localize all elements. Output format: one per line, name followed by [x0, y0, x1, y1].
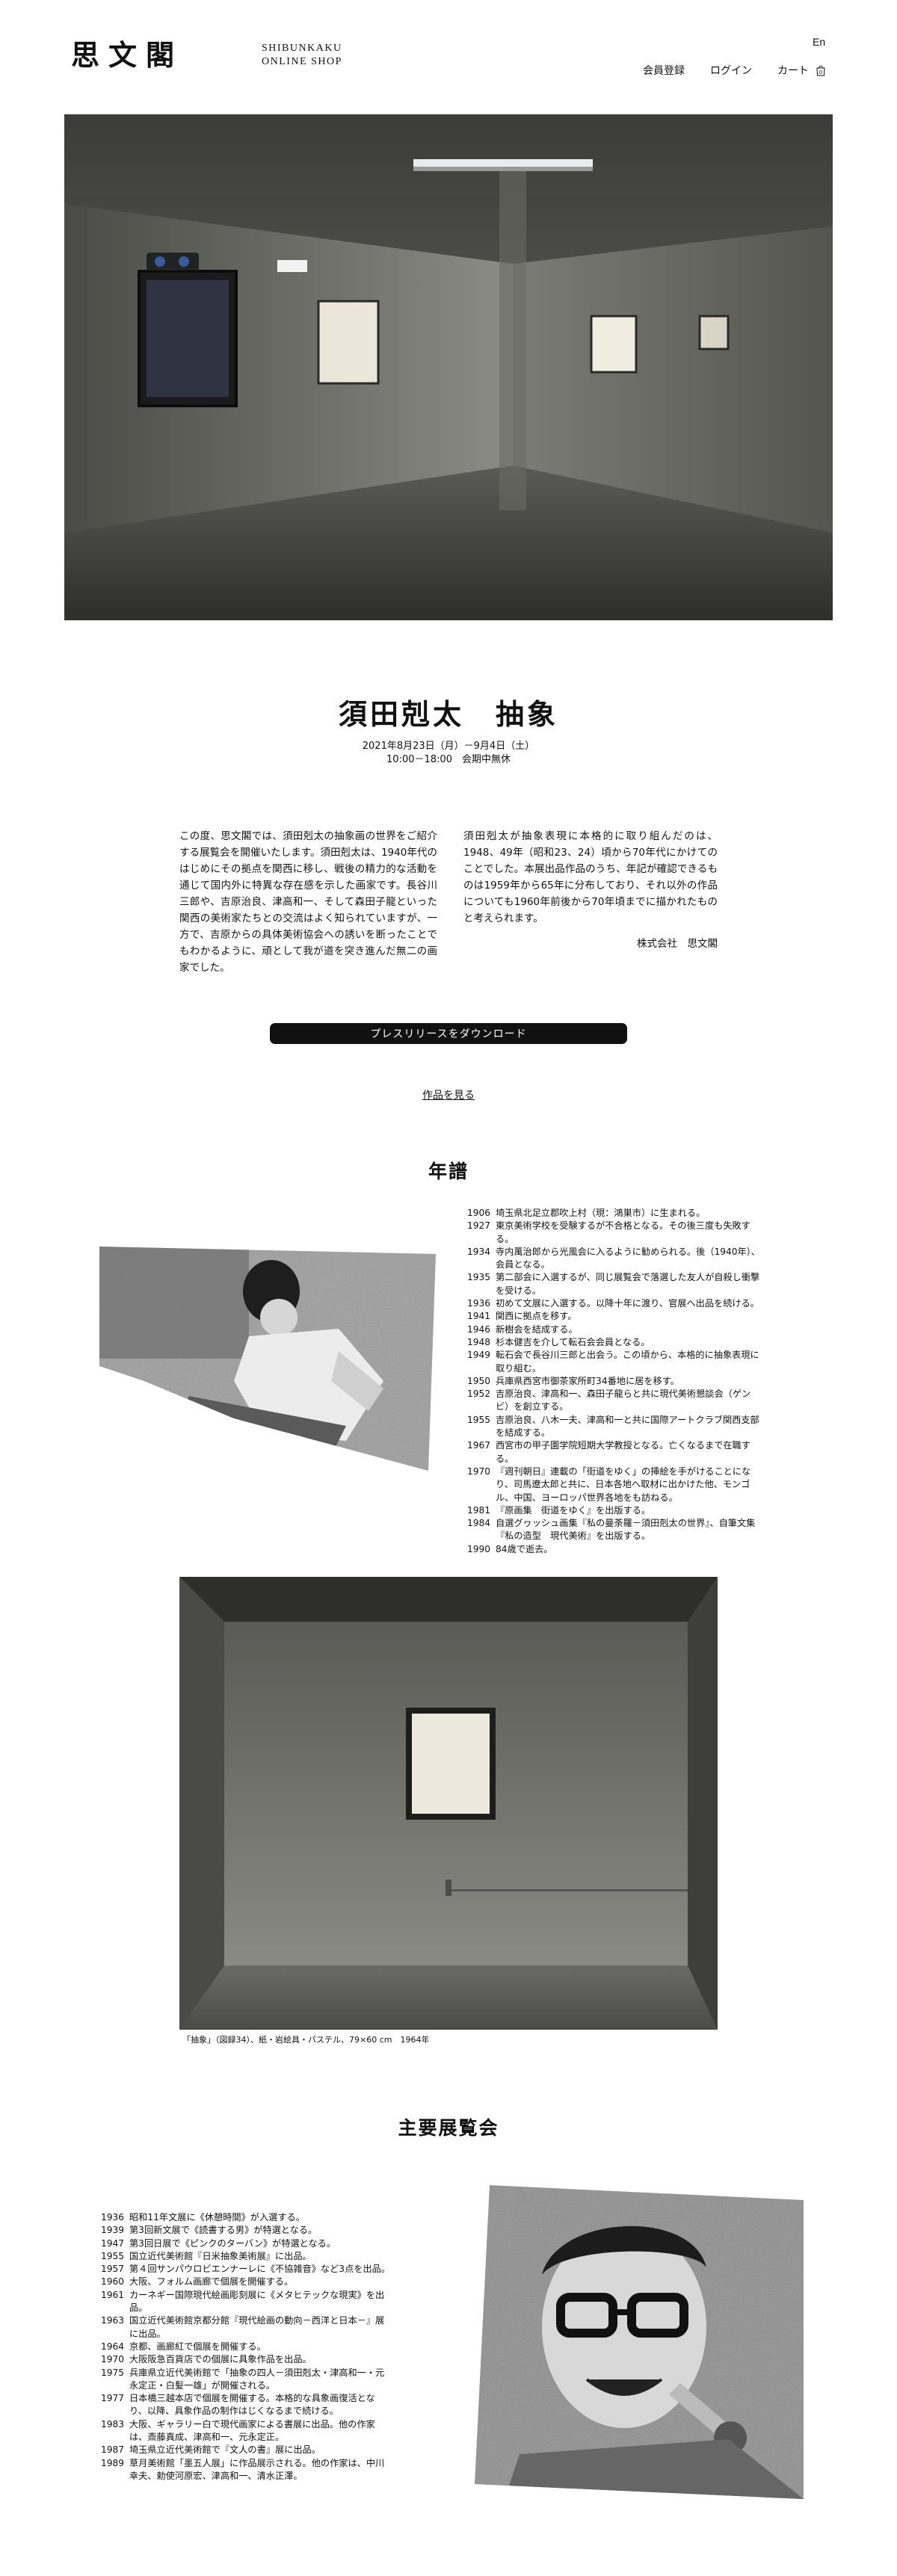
exhibition-row: 1955 国立近代美術館『日米抽象美術展』に出品。: [101, 2250, 312, 2261]
cart-label: カート: [777, 65, 809, 77]
exhibition-dates: 2021年8月23日（月）－9月4日（土） 10:00－18:00 会期中無休: [0, 740, 897, 767]
chronology-row: 1990 84歳で逝去。: [467, 1543, 553, 1554]
exhibition-row: 1957 第４回サンパウロビエンナーレに《不協雑音》など3点を出品。: [101, 2264, 391, 2275]
chronology-row: 1952 吉原治良、津高和一、森田子龍らと共に現代美術懇談会（ゲンビ）を創立する。: [467, 1389, 751, 1412]
exhibitions-list: 1936 昭和11年文展に《休憩時間》が入選する。 1939 第3回新文展で《読書す…: [101, 2211, 392, 2483]
intro-text-right-block: 須田剋太が抽象表現に本格的に取り組んだのは、1948、49年（昭和23、24）頃…: [463, 828, 718, 952]
exhibition-row: 1936 昭和11年文展に《休憩時間》が入選する。: [101, 2212, 305, 2223]
login-link[interactable]: ログイン: [710, 63, 752, 78]
chronology-row: 1948 杉本健吉を介して転石会会員となる。: [467, 1336, 650, 1347]
exhibition-row: 1983 大阪、ギャラリー白で現代画家による書展に出品。他の作家は、斎藤真成、津高…: [101, 2418, 375, 2443]
chronology-row: 1934 寺内萬治郎から光風会に入るように勧められる。後（1940年）、会員となる…: [467, 1246, 760, 1270]
brand-name: SHIBUNKAKU ONLINE SHOP: [262, 42, 342, 69]
exhibition-row: 1939 第3回新文展で《読書する男》が特選となる。: [101, 2225, 318, 2236]
header-nav: 会員登録 ログイン カート 0: [617, 63, 827, 78]
chronology-row: 1984 自選グヮッシュ画集『私の曼荼羅－須田剋太の世界』、自筆文集『私の造型 現…: [467, 1518, 756, 1542]
artwork-caption: 「抽象」（図録34）、紙・岩絵具・パステル、79×60 cm 1964年: [182, 2035, 430, 2045]
brand-line-1: SHIBUNKAKU: [262, 43, 342, 54]
cart-link[interactable]: カート 0: [777, 63, 827, 78]
chronology-row: 1927 東京美術学校を受験するが不合格となる。その後三度も失敗する。: [467, 1220, 750, 1244]
exhibition-row: 1987 埼玉県立近代美術館で『文人の書』展に出品。: [101, 2444, 321, 2456]
chronology-row: 1936 初めて文展に入選する。以降十年に渡り、官展へ出品を続ける。: [467, 1298, 759, 1309]
exhibition-row: 1963 国立近代美術館京都分館『現代絵画の動向－西洋と日本－』展に出品。: [101, 2315, 385, 2339]
language-switch[interactable]: En: [813, 36, 825, 48]
chronology-row: 1946 新樹会を結成する。: [467, 1323, 578, 1335]
exhibition-hours: 10:00－18:00 会期中無休: [386, 754, 511, 765]
intro-text-right: 須田剋太が抽象表現に本格的に取り組んだのは、1948、49年（昭和23、24）頃…: [463, 830, 718, 924]
exhibition-row: 1964 京都、画廊紅で個展を開催する。: [101, 2341, 266, 2352]
artist-portrait-photo: [475, 2185, 804, 2499]
artist-working-photo: [99, 1247, 436, 1471]
chronology-row: 1949 転石会で長谷川三郎と出会う。この頃から、本格的に抽象表現に取り組む。: [467, 1350, 759, 1374]
chronology-title: 年譜: [428, 1161, 469, 1182]
site-logo[interactable]: 思文閣: [71, 37, 183, 72]
svg-text:0: 0: [819, 70, 822, 75]
exhibition-row: 1960 大阪、フォルム画廊で個展を開催する。: [101, 2276, 294, 2288]
exhibition-row: 1961 カーネギー国際現代絵画彫刻展に《メタヒテックな現実》を出品。: [101, 2289, 385, 2314]
exhibition-row: 1989 草月美術館「墨五人展」に作品展示される。他の作家は、中川幸夫、勅使河原宏…: [101, 2457, 385, 2481]
cart-icon: 0: [815, 64, 827, 76]
download-press-release-button[interactable]: プレスリリースをダウンロード: [270, 1023, 627, 1044]
chronology-row: 1967 西宮市の甲子園学院短期大学教授となる。亡くなるまで在職する。: [467, 1440, 750, 1464]
exhibition-row: 1975 兵庫県立近代美術館で「抽象の四人－須田剋太・津高和一・元永定正・白髪一雄…: [101, 2367, 385, 2391]
exhibition-title: 須田剋太 抽象: [338, 698, 558, 731]
chronology-row: 1906 埼玉県北足立郡吹上村（現：鴻巣市）に生まれる。: [467, 1208, 706, 1218]
brand-line-2: ONLINE SHOP: [262, 56, 342, 67]
chronology-row: 1981 『原画集 街道をゆく』を出版する。: [467, 1504, 651, 1516]
hero-gallery-photo: [64, 114, 833, 620]
logo-text: 思文閣: [71, 37, 184, 72]
chronology-row: 1950 兵庫県西宮市御茶家所町34番地に居を移す。: [467, 1375, 679, 1386]
view-works-link[interactable]: 作品を見る: [0, 1087, 897, 1102]
register-link[interactable]: 会員登録: [643, 63, 685, 78]
exhibition-row: 1947 第3回日展で《ピンクのターバン》が特選となる。: [101, 2237, 336, 2249]
chronology-row: 1935 第二部会に入選するが、同じ展覧会で落選した友人が自殺し衝撃を受ける。: [467, 1272, 760, 1296]
intro-text-left: この度、思文閣では、須田剋太の抽象画の世界をご紹介する展覧会を開催いたします。須…: [179, 830, 437, 974]
chronology-row: 1970 『週刊朝日』連載の「街道をゆく」の挿絵を手がけることになり、司馬遼太郎と…: [467, 1465, 751, 1503]
signature: 株式会社 思文閣: [637, 938, 718, 950]
exhibition-row: 1970 大阪阪急百貨店での個展に具象作品を出品。: [101, 2354, 312, 2365]
chronology-row: 1941 関西に拠点を移す。: [467, 1311, 577, 1322]
exhibition-row: 1977 日本橋三越本店で個展を開催する。本格的な具象画復活となり、以降、具象作品…: [101, 2393, 375, 2417]
exhibitions-title: 主要展覧会: [398, 2117, 499, 2139]
chronology-list: 1906 埼玉県北足立郡吹上村（現：鴻巣市）に生まれる。 1927 東京美術学校を受…: [467, 1207, 762, 1556]
chronology-row: 1955 吉原治良、八木一夫、津高和一と共に国際アートクラブ関西支部を結成する。: [467, 1414, 759, 1439]
artwork-installation-photo: [179, 1577, 718, 2030]
exhibition-date: 2021年8月23日（月）－9月4日（土）: [362, 741, 535, 752]
